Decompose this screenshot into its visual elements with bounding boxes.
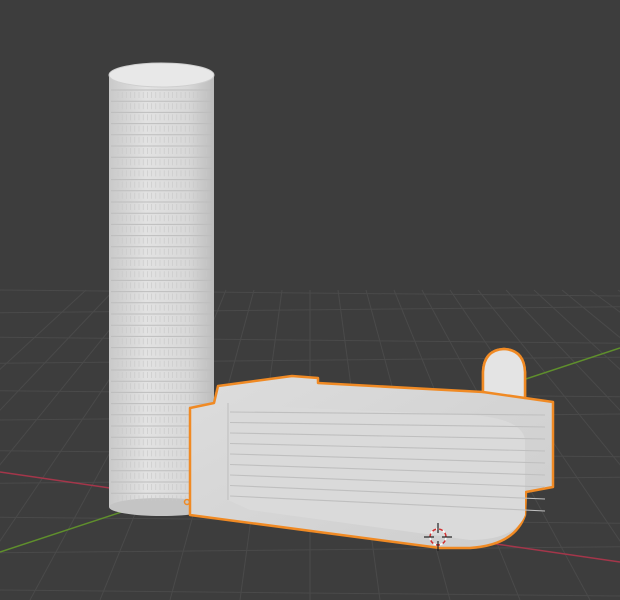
viewport-canvas[interactable] bbox=[0, 0, 620, 600]
3d-viewport[interactable] bbox=[0, 0, 620, 600]
podium-stair-core bbox=[481, 347, 527, 400]
tower-top bbox=[108, 62, 215, 88]
